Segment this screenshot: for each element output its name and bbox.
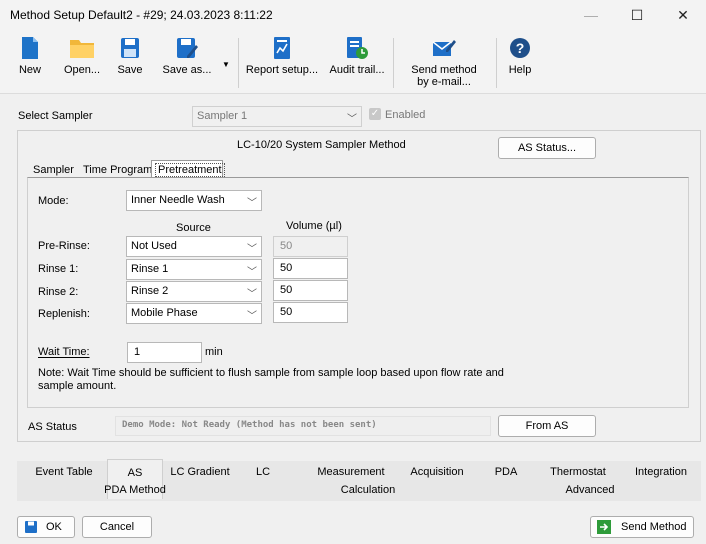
toolbar-separator	[393, 38, 394, 88]
replenish-source-dropdown[interactable]: Mobile Phase ﹀	[126, 303, 262, 324]
chevron-down-icon: ﹀	[247, 198, 257, 209]
close-button[interactable]: ✕	[660, 0, 706, 30]
maximize-button[interactable]: ☐	[614, 0, 660, 30]
toolbar-separator	[238, 38, 239, 88]
tab-integration[interactable]: Integration	[626, 466, 696, 478]
wait-time-note-line2: sample amount.	[38, 380, 117, 392]
tab-pda-method[interactable]: PDA Method	[100, 484, 170, 496]
report-setup-button[interactable]: Report setup...	[244, 36, 320, 90]
open-button[interactable]: Open...	[60, 36, 104, 90]
wait-time-note-line1: Note: Wait Time should be sufficient to …	[38, 367, 504, 379]
wait-time-field[interactable]: 1	[127, 342, 202, 363]
chevron-down-icon: ﹀	[247, 267, 257, 278]
tab-pretreatment-label: Pretreatment	[155, 163, 225, 177]
new-label: New	[18, 64, 41, 76]
save-as-icon	[177, 38, 198, 58]
rinse2-label: Rinse 2:	[38, 286, 79, 298]
tab-sampler[interactable]: Sampler	[33, 164, 74, 176]
tab-acquisition[interactable]: Acquisition	[405, 466, 469, 478]
replenish-label: Replenish:	[38, 308, 90, 320]
volume-header: Volume (µl)	[286, 220, 342, 232]
rinse2-source-value: Rinse 2	[131, 285, 169, 297]
rinse2-source-dropdown[interactable]: Rinse 2 ﹀	[126, 281, 262, 302]
as-status-button[interactable]: AS Status...	[498, 137, 596, 159]
mode-dropdown[interactable]: Inner Needle Wash ﹀	[126, 190, 262, 211]
help-button[interactable]: ? Help	[502, 36, 538, 90]
tab-pda[interactable]: PDA	[488, 466, 524, 478]
send-method-email-label: Send method by e-mail...	[411, 64, 477, 88]
tab-as[interactable]: AS	[118, 467, 152, 479]
tab-event-table[interactable]: Event Table	[32, 466, 96, 478]
tab-lc[interactable]: LC	[248, 466, 278, 478]
help-label: Help	[508, 64, 532, 76]
save-icon	[121, 38, 139, 58]
email-method-icon	[432, 40, 456, 56]
rinse1-source-dropdown[interactable]: Rinse 1 ﹀	[126, 259, 262, 280]
sampler-value: Sampler 1	[197, 110, 248, 122]
rinse1-label: Rinse 1:	[38, 263, 79, 275]
send-method-email-button[interactable]: Send method by e-mail...	[398, 36, 490, 90]
pre-rinse-volume-field[interactable]: 50	[273, 236, 348, 257]
tab-time-program[interactable]: Time Program	[83, 164, 152, 176]
save-label: Save	[117, 64, 143, 76]
report-setup-label: Report setup...	[245, 64, 319, 76]
report-icon	[274, 37, 290, 59]
tab-advanced[interactable]: Advanced	[555, 484, 625, 496]
enabled-checkbox[interactable]: ✓	[369, 108, 381, 120]
pre-rinse-source-dropdown[interactable]: Not Used ﹀	[126, 236, 262, 257]
wait-time-label: Wait Time:	[38, 346, 90, 358]
folder-icon	[70, 40, 94, 58]
save-icon	[25, 521, 37, 533]
tab-measurement[interactable]: Measurement	[313, 466, 389, 478]
new-file-icon	[22, 37, 38, 59]
from-as-button[interactable]: From AS	[498, 415, 596, 437]
pre-rinse-label: Pre-Rinse:	[38, 240, 90, 252]
new-button[interactable]: New	[10, 36, 50, 90]
tab-pretreatment[interactable]: Pretreatment	[151, 160, 225, 178]
method-panel-title: LC-10/20 System Sampler Method	[237, 139, 406, 151]
minimize-button[interactable]: —	[568, 0, 614, 30]
save-as-dropdown-icon[interactable]: ▼	[222, 60, 230, 69]
source-header: Source	[176, 222, 211, 234]
help-icon: ?	[510, 38, 530, 58]
save-as-label: Save as...	[162, 64, 212, 76]
svg-text:?: ?	[516, 40, 525, 56]
ok-label: OK	[46, 521, 62, 533]
wait-time-unit: min	[205, 346, 223, 358]
audit-trail-icon	[347, 37, 368, 59]
as-status-value: Demo Mode: Not Ready (Method has not bee…	[115, 416, 491, 436]
send-icon	[597, 520, 611, 534]
pre-rinse-source-value: Not Used	[131, 240, 177, 252]
window-title: Method Setup Default2 - #29; 24.03.2023 …	[10, 8, 273, 22]
sampler-dropdown[interactable]: Sampler 1 ﹀	[192, 106, 362, 127]
save-as-button[interactable]: Save as...	[160, 36, 214, 90]
chevron-down-icon: ﹀	[247, 244, 257, 255]
mode-label: Mode:	[38, 195, 69, 207]
chevron-down-icon: ﹀	[247, 289, 257, 300]
chevron-down-icon: ﹀	[347, 114, 357, 125]
enabled-label: Enabled	[385, 109, 426, 121]
ok-button[interactable]: OK	[17, 516, 75, 538]
select-sampler-label: Select Sampler	[18, 110, 93, 122]
chevron-down-icon: ﹀	[247, 311, 257, 322]
mode-value: Inner Needle Wash	[131, 194, 225, 206]
audit-trail-button[interactable]: Audit trail...	[326, 36, 388, 90]
toolbar: New Open... Save Save as... ▼ Report set…	[0, 30, 706, 94]
rinse2-volume-field[interactable]: 50	[273, 280, 348, 301]
rinse1-source-value: Rinse 1	[131, 263, 169, 275]
rinse1-volume-field[interactable]: 50	[273, 258, 348, 279]
replenish-source-value: Mobile Phase	[131, 307, 198, 319]
replenish-volume-field[interactable]: 50	[273, 302, 348, 323]
as-status-label: AS Status	[28, 421, 77, 433]
toolbar-separator	[496, 38, 497, 88]
open-label: Open...	[63, 64, 101, 76]
cancel-button[interactable]: Cancel	[82, 516, 152, 538]
save-button[interactable]: Save	[112, 36, 148, 90]
send-method-button[interactable]: Send Method	[590, 516, 694, 538]
send-method-label: Send Method	[621, 521, 687, 533]
audit-trail-label: Audit trail...	[329, 64, 385, 76]
tab-lc-gradient[interactable]: LC Gradient	[168, 466, 232, 478]
tab-calculation[interactable]: Calculation	[332, 484, 404, 496]
tab-thermostat[interactable]: Thermostat	[542, 466, 614, 478]
